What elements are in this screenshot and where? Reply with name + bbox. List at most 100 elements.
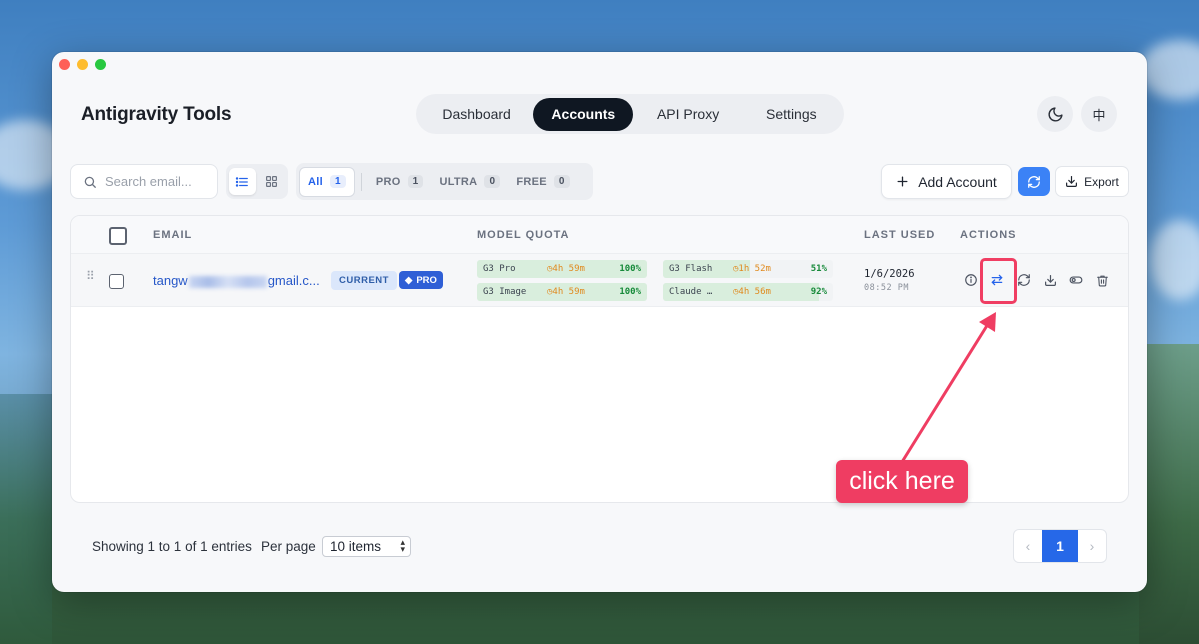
chevron-updown-icon: ▴ ▾ xyxy=(400,537,405,554)
search-icon xyxy=(84,176,96,188)
account-email[interactable]: tangw gmail.c... xyxy=(153,273,320,288)
quota-percent: 92% xyxy=(810,287,827,297)
tab-accounts[interactable]: Accounts xyxy=(533,97,634,131)
refresh-quota-button[interactable] xyxy=(1016,272,1032,288)
add-account-button[interactable]: Add Account xyxy=(881,164,1012,199)
export-button[interactable]: Export xyxy=(1055,166,1129,197)
background-hills xyxy=(0,394,52,644)
quota-column-header: MODEL QUOTA xyxy=(477,229,570,241)
minimize-window-button[interactable] xyxy=(77,59,88,70)
tier-badge-label: PRO xyxy=(416,274,437,286)
export-label: Export xyxy=(1084,174,1119,189)
quota-model-name: G3 Image xyxy=(483,287,527,297)
grid-icon xyxy=(266,176,278,187)
last-used-column-header: LAST USED xyxy=(864,229,936,241)
filter-count: 1 xyxy=(407,175,424,188)
last-used-date: 1/6/2026 xyxy=(864,268,915,280)
filter-count: 1 xyxy=(329,175,346,188)
actions-column-header: ACTIONS xyxy=(960,229,1017,241)
main-nav: Dashboard Accounts API Proxy Settings xyxy=(416,94,844,134)
toggle-icon xyxy=(1069,276,1083,284)
view-toggle xyxy=(226,164,288,199)
download-icon xyxy=(1066,176,1078,187)
tab-settings[interactable]: Settings xyxy=(743,98,840,131)
tier-filters: All 1 PRO 1 ULTRA 0 FREE 0 xyxy=(296,163,593,200)
page-number-button[interactable]: 1 xyxy=(1042,530,1078,562)
quota-reset-time: ◷4h 59m xyxy=(547,287,585,297)
select-all-checkbox[interactable] xyxy=(109,227,127,245)
filter-pro[interactable]: PRO 1 xyxy=(368,167,432,197)
prev-page-button[interactable]: ‹ xyxy=(1014,530,1042,562)
language-label: 中 xyxy=(1092,107,1106,123)
app-window: Antigravity Tools Dashboard Accounts API… xyxy=(52,52,1147,592)
filter-label: PRO xyxy=(375,175,401,188)
pagination-summary: Showing 1 to 1 of 1 entries xyxy=(92,539,252,554)
background-cloud xyxy=(1140,40,1199,100)
pagination: ‹ 1 › xyxy=(1013,529,1107,563)
filter-all[interactable]: All 1 xyxy=(299,166,355,197)
filter-count: 0 xyxy=(553,175,570,188)
search-box xyxy=(70,164,218,199)
last-used: 1/6/2026 08:52 PM xyxy=(864,268,915,293)
grid-view-button[interactable] xyxy=(259,168,286,195)
switch-arrows-icon xyxy=(991,274,1003,286)
language-button[interactable]: 中 xyxy=(1081,96,1117,132)
quota-reset-time: ◷1h 52m xyxy=(733,264,771,274)
click-here-callout: click here xyxy=(836,460,968,503)
per-page-select[interactable]: 10 items ▴ ▾ xyxy=(322,536,411,557)
row-checkbox[interactable] xyxy=(109,274,124,289)
refresh-icon xyxy=(1018,274,1030,286)
add-account-label: Add Account xyxy=(918,173,997,190)
quota-bar-g3-pro: G3 Pro ◷4h 59m 100% xyxy=(477,260,647,278)
quota-time-text: 4h 59m xyxy=(552,264,585,274)
quota-percent: 51% xyxy=(810,264,827,274)
delete-account-button[interactable] xyxy=(1094,272,1110,288)
toggle-account-button[interactable] xyxy=(1068,272,1084,288)
tab-dashboard[interactable]: Dashboard xyxy=(420,98,533,131)
quota-percent: 100% xyxy=(619,287,641,297)
email-prefix: tangw xyxy=(153,273,188,288)
quota-bar-g3-flash: G3 Flash ◷1h 52m 51% xyxy=(663,260,833,278)
refresh-all-button[interactable] xyxy=(1018,167,1050,196)
diamond-icon: ◆ xyxy=(405,274,413,286)
email-suffix: gmail.c... xyxy=(267,273,320,288)
filter-ultra[interactable]: ULTRA 0 xyxy=(431,167,508,197)
window-controls xyxy=(59,59,106,70)
export-account-button[interactable] xyxy=(1042,272,1058,288)
quota-reset-time: ◷4h 56m xyxy=(733,287,771,297)
drag-handle-icon[interactable]: ⠿ xyxy=(86,270,95,282)
filter-label: All xyxy=(308,175,323,188)
filter-free[interactable]: FREE 0 xyxy=(508,167,577,197)
background-cloud xyxy=(1150,220,1199,300)
details-button[interactable] xyxy=(963,272,979,288)
next-page-button[interactable]: › xyxy=(1078,530,1106,562)
tier-badge: ◆ PRO xyxy=(399,271,443,289)
tab-api-proxy[interactable]: API Proxy xyxy=(633,98,742,131)
quota-time-text: 1h 52m xyxy=(738,264,771,274)
filter-label: ULTRA xyxy=(439,175,478,188)
quota-time-text: 4h 59m xyxy=(552,287,585,297)
quota-bar-g3-image: G3 Image ◷4h 59m 100% xyxy=(477,283,647,301)
quota-model-name: G3 Pro xyxy=(483,264,516,274)
search-input[interactable] xyxy=(105,174,205,189)
quota-reset-time: ◷4h 59m xyxy=(547,264,585,274)
redacted-email xyxy=(188,275,267,288)
switch-account-button[interactable] xyxy=(989,272,1005,288)
trash-icon xyxy=(1096,275,1108,286)
list-view-button[interactable] xyxy=(229,168,256,195)
download-icon xyxy=(1044,274,1056,286)
plus-icon xyxy=(897,176,908,187)
per-page-label: Per page xyxy=(261,539,316,554)
close-window-button[interactable] xyxy=(59,59,70,70)
theme-toggle-button[interactable] xyxy=(1037,96,1073,132)
table-row[interactable]: ⠿ tangw gmail.c... CURRENT ◆ PRO G3 Pro ◷… xyxy=(71,254,1128,307)
accounts-table: EMAIL MODEL QUOTA LAST USED ACTIONS ⠿ ta… xyxy=(70,215,1129,503)
per-page-value: 10 items xyxy=(330,539,382,554)
quota-model-name: Claude … xyxy=(669,287,713,297)
background-hills xyxy=(1139,344,1199,644)
maximize-window-button[interactable] xyxy=(95,59,106,70)
quota-bar-claude: Claude … ◷4h 56m 92% xyxy=(663,283,833,301)
table-header: EMAIL MODEL QUOTA LAST USED ACTIONS xyxy=(71,216,1128,254)
filter-divider xyxy=(360,172,362,191)
filter-count: 0 xyxy=(484,175,501,188)
